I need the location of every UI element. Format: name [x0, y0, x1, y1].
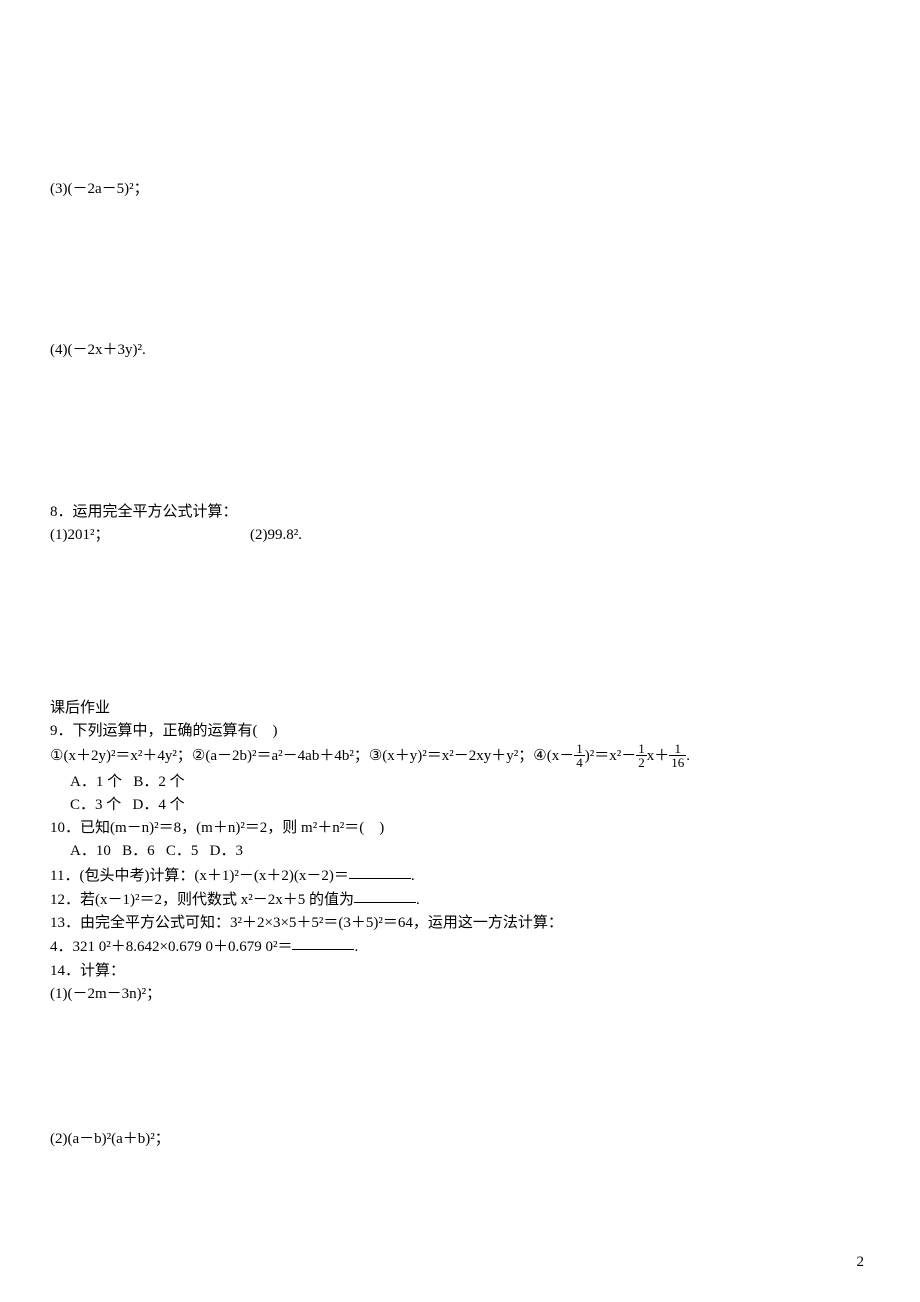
- q13-line2: 4．321 0²＋8.642×0.679 0＋0.679 0²＝.: [50, 935, 870, 959]
- q10-stem: 10．已知(m－n)²＝8，(m＋n)²＝2，则 m²＋n²＝( ): [50, 817, 870, 840]
- q11-line: 11．(包头中考)计算：(x＋1)²－(x＋2)(x－2)＝.: [50, 864, 870, 888]
- page-number: 2: [857, 1251, 865, 1274]
- frac-num: 1: [669, 742, 686, 756]
- q7-part-4: (4)(－2x＋3y)².: [50, 339, 870, 362]
- frac-den: 2: [636, 756, 647, 769]
- q10-choice-b: B．6: [122, 843, 155, 859]
- q14-part-2: (2)(a－b)²(a＋b)²；: [50, 1128, 870, 1151]
- q9-stem: 9．下列运算中，正确的运算有( ): [50, 720, 870, 743]
- frac-1-16: 1 16: [669, 742, 686, 769]
- q9-expr-mid1: )²＝x²－: [585, 745, 637, 768]
- q9-choice-a: A．1 个: [70, 774, 122, 790]
- q13-line2-post: .: [354, 939, 358, 955]
- q10-choices: A．10 B．6 C．5 D．3: [50, 840, 870, 863]
- fill-blank[interactable]: [292, 934, 354, 950]
- q10-choice-c: C．5: [166, 843, 199, 859]
- q12-post: .: [416, 892, 420, 908]
- frac-den: 16: [669, 756, 686, 769]
- q9-expr-prefix: ①(x＋2y)²＝x²＋4y²；②(a－2b)²＝a²－4ab＋4b²；③(x＋…: [50, 745, 574, 768]
- q13-line2-pre: 4．321 0²＋8.642×0.679 0＋0.679 0²＝: [50, 939, 292, 955]
- frac-num: 1: [574, 742, 585, 756]
- q9-options-line: ①(x＋2y)²＝x²＋4y²；②(a－2b)²＝a²－4ab＋4b²；③(x＋…: [50, 744, 870, 771]
- q11-text: 11．(包头中考)计算：(x＋1)²－(x＋2)(x－2)＝: [50, 868, 349, 884]
- frac-num: 1: [636, 742, 647, 756]
- q9-choices-row1: A．1 个 B．2 个: [50, 771, 870, 794]
- q12-text: 12．若(x－1)²＝2，则代数式 x²－2x＋5 的值为: [50, 892, 354, 908]
- q9-expr-end: .: [686, 745, 690, 768]
- section-header-homework: 课后作业: [50, 697, 870, 720]
- fill-blank[interactable]: [349, 863, 411, 879]
- q14-title: 14．计算：: [50, 960, 870, 983]
- q9-expr-mid2: x＋: [647, 745, 670, 768]
- q14-part-1: (1)(－2m－3n)²；: [50, 983, 870, 1006]
- q9-choice-c: C．3 个: [70, 797, 121, 813]
- q12-line: 12．若(x－1)²＝2，则代数式 x²－2x＋5 的值为.: [50, 888, 870, 912]
- q10-choice-a: A．10: [70, 843, 111, 859]
- q9-choice-b: B．2 个: [133, 774, 184, 790]
- q11-post: .: [411, 868, 415, 884]
- q9-choices-row2: C．3 个 D．4 个: [50, 794, 870, 817]
- frac-1-2: 1 2: [636, 742, 647, 769]
- frac-1-4: 1 4: [574, 742, 585, 769]
- q8-part-1: (1)201²；: [50, 524, 250, 547]
- q9-choice-d: D．4 个: [133, 797, 185, 813]
- fill-blank[interactable]: [354, 887, 416, 903]
- frac-den: 4: [574, 756, 585, 769]
- q10-choice-d: D．3: [210, 843, 243, 859]
- q8-part-2: (2)99.8².: [250, 524, 302, 547]
- q7-part-3: (3)(－2a－5)²；: [50, 178, 870, 201]
- q13-line1: 13．由完全平方公式可知：3²＋2×3×5＋5²＝(3＋5)²＝64，运用这一方…: [50, 912, 870, 935]
- q8-title: 8．运用完全平方公式计算：: [50, 501, 870, 524]
